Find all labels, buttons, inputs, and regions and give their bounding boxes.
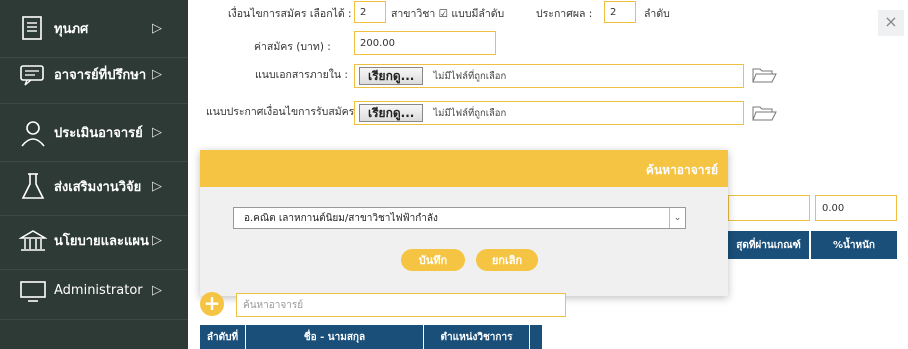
sidebar-item-label: นโยบายและแผน (54, 234, 149, 249)
close-icon[interactable]: × (878, 10, 904, 36)
sidebar-item-advisor[interactable]: อาจารย์ที่ปรึกษา ▷ (0, 46, 188, 104)
internal-doc-label: แนบเอกสารภายใน : (255, 69, 348, 81)
modal-title: ค้นหาอาจารย์ (645, 163, 718, 177)
search-teacher-modal: ค้นหาอาจารย์ อ.คณิต เลาหกานต์นิยม/สาขาวิ… (200, 150, 728, 296)
chevron-right-icon: ▷ (152, 67, 162, 82)
chevron-right-icon: ▷ (152, 179, 162, 194)
no-file-text: ไม่มีไฟล์ที่ถูกเลือก (433, 107, 507, 119)
table-header-name: ชื่อ - นามสกุล (246, 325, 424, 349)
sidebar-item-label: อาจารย์ที่ปรึกษา (54, 68, 147, 83)
sidebar-item-label: ทุนภศ (54, 22, 89, 37)
teacher-select[interactable]: อ.คณิต เลาหกานต์นิยม/สาขาวิชาไฟฟ้ากำลัง … (233, 207, 686, 229)
chevron-right-icon: ▷ (152, 233, 162, 248)
search-teacher-input[interactable]: ค้นหาอาจารย์ (236, 293, 566, 317)
flask-icon (18, 172, 48, 202)
table-header-extra (530, 325, 542, 349)
score-input-left[interactable] (728, 195, 810, 221)
condition-label: เงื่อนไขการสมัคร เลือกได้ : (228, 8, 352, 20)
chat-icon (18, 60, 48, 90)
save-button[interactable]: บันทึก (401, 249, 465, 271)
sidebar: ทุนภศ ▷ อาจารย์ที่ปรึกษา ▷ ประเมินอาจารย… (0, 0, 188, 349)
condition-doc-label: แนบประกาศเงื่อนไขการรับสมัคร : (206, 106, 362, 118)
fee-label: ค่าสมัคร (บาท) : (254, 41, 331, 53)
folder-icon[interactable] (752, 66, 778, 84)
score-input[interactable]: 0.00 (815, 195, 897, 221)
cancel-button[interactable]: ยกเลิก (476, 249, 538, 271)
folder-icon[interactable] (752, 104, 778, 122)
chevron-down-icon[interactable]: ⌄ (669, 208, 685, 228)
sidebar-item-teacher-evaluation[interactable]: ประเมินอาจารย์ ▷ (0, 104, 188, 162)
sidebar-item-label: Administrator (54, 283, 143, 298)
chevron-right-icon: ▷ (152, 283, 162, 298)
document-icon (18, 14, 48, 44)
no-file-text: ไม่มีไฟล์ที่ถูกเลือก (433, 70, 507, 82)
teacher-icon (18, 118, 48, 148)
sidebar-item-research[interactable]: ส่งเสริมงานวิจัย ▷ (0, 158, 188, 216)
chevron-right-icon: ▷ (152, 21, 162, 36)
table-header-order: ลำดับที่ (200, 325, 246, 349)
browse-button[interactable]: เรียกดู... (359, 67, 424, 85)
table-header-weight: %น้ำหนัก (811, 231, 897, 259)
table-header-pass: สุดที่ผ่านเกณฑ์ (728, 231, 810, 259)
announce-input[interactable]: 2 (604, 1, 636, 23)
modal-header: ค้นหาอาจารย์ (200, 150, 728, 187)
teacher-select-value: อ.คณิต เลาหกานต์นิยม/สาขาวิชาไฟฟ้ากำลัง (244, 212, 438, 224)
chevron-right-icon: ▷ (152, 125, 162, 140)
internal-doc-file-input[interactable]: เรียกดู... ไม่มีไฟล์ที่ถูกเลือก (354, 64, 744, 88)
rank-label: ลำดับ (644, 8, 670, 20)
monitor-icon (18, 276, 48, 306)
fee-input[interactable]: 200.00 (354, 31, 496, 55)
announce-label: ประกาศผล : (536, 8, 593, 20)
sidebar-item-label: ส่งเสริมงานวิจัย (54, 180, 142, 195)
table-header-position: ตำแหน่งวิชาการ (424, 325, 530, 349)
add-icon[interactable]: + (200, 292, 224, 316)
building-icon (18, 226, 48, 256)
condition-doc-file-input[interactable]: เรียกดู... ไม่มีไฟล์ที่ถูกเลือก (354, 101, 744, 125)
browse-button[interactable]: เรียกดู... (359, 104, 424, 122)
sidebar-item-administrator[interactable]: Administrator ▷ (0, 262, 188, 320)
branch-order-label: สาขาวิชา ☑ แบบมีลำดับ (391, 8, 505, 20)
condition-count-input[interactable]: 2 (354, 1, 386, 23)
sidebar-item-label: ประเมินอาจารย์ (54, 126, 143, 141)
